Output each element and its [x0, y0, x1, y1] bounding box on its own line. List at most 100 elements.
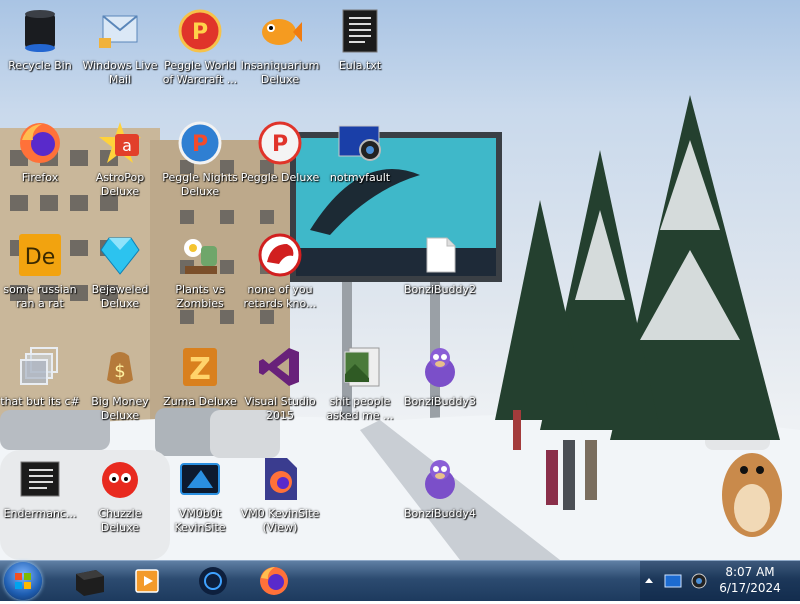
desktop-icon-label: Firefox: [21, 171, 59, 184]
desktop-icon-that-but-its-csharp[interactable]: that but its c#: [0, 340, 80, 440]
desktop-icon-eula-txt[interactable]: Eula.txt: [320, 4, 400, 104]
peggle-deluxe-icon: P: [258, 121, 302, 165]
desktop-icon-label: some russian ran a rat: [3, 283, 77, 310]
desktop-icon-bejeweled-deluxe[interactable]: Bejeweled Deluxe: [80, 228, 160, 328]
desktop-icon-windows-live-mail[interactable]: Windows Live Mail: [80, 4, 160, 104]
chevron-up-icon: [645, 578, 653, 583]
desktop-icon-vm0b0t-kevinsite[interactable]: VM0b0t KevinSite: [160, 452, 240, 552]
desktop-icon-label: Peggle World of Warcraft ...: [162, 59, 238, 86]
desktop-icon-label: that but its c#: [0, 395, 80, 408]
desktop-icon-chuzzle-deluxe[interactable]: Chuzzle Deluxe: [80, 452, 160, 552]
desktop-icon-insaniquarium-deluxe[interactable]: Insaniquarium Deluxe: [240, 4, 320, 104]
desktop[interactable]: Recycle Bin Firefox De some russian ran …: [0, 0, 800, 560]
recycle-bin-icon: [25, 10, 55, 52]
desktop-icon-shit-people-asked-me[interactable]: shit people asked me ...: [320, 340, 400, 440]
desktop-icon-label: Endermanc...: [3, 507, 77, 520]
de-app-icon: De: [19, 234, 61, 276]
windows-live-mail-icon: [99, 15, 138, 48]
desktop-icon-label: Big Money Deluxe: [91, 395, 149, 422]
desktop-icon-peggle-nights-deluxe[interactable]: P Peggle Nights Deluxe: [160, 116, 240, 216]
desktop-icon-bonzibuddy2[interactable]: BonziBuddy2: [400, 228, 480, 328]
svg-text:$: $: [114, 361, 125, 382]
insaniquarium-icon: [262, 19, 302, 45]
clock[interactable]: 8:07 AM 6/17/2024: [710, 564, 790, 596]
desktop-icon-label: VM0b0t KevinSite: [174, 507, 226, 534]
taskbar: 8:07 AM 6/17/2024: [0, 560, 800, 601]
bonzibuddy-icon: [425, 348, 455, 387]
bejeweled-icon: [100, 237, 140, 275]
desktop-icon-label: BonziBuddy4: [403, 507, 477, 520]
peggle-wow-icon: P: [178, 9, 222, 53]
vm-icon: [664, 574, 682, 588]
notmyfault-icon: [691, 573, 707, 589]
svg-text:P: P: [192, 20, 208, 45]
vm-icon: [199, 567, 227, 595]
terminal-icon: [76, 570, 104, 596]
desktop-icon-label: Bejeweled Deluxe: [91, 283, 149, 310]
clock-date: 6/17/2024: [719, 581, 781, 595]
notmyfault-icon: [338, 125, 381, 161]
desktop-icon-zuma-deluxe[interactable]: Z Zuma Deluxe: [160, 340, 240, 440]
windows-stack-icon: [20, 347, 58, 385]
svg-text:P: P: [272, 132, 288, 157]
bonzibuddy-icon: [425, 460, 455, 499]
desktop-icon-recycle-bin[interactable]: Recycle Bin: [0, 4, 80, 104]
svg-text:P: P: [192, 132, 208, 157]
desktop-icon-some-russian-ran-a-rat[interactable]: De some russian ran a rat: [0, 228, 80, 328]
desktop-icon-endermanc[interactable]: Endermanc...: [0, 452, 80, 552]
tray-icon-vm[interactable]: [664, 572, 682, 590]
peggle-nights-icon: P: [178, 121, 222, 165]
desktop-icon-big-money-deluxe[interactable]: $ Big Money Deluxe: [80, 340, 160, 440]
desktop-icon-astropop-deluxe[interactable]: a AstroPop Deluxe: [80, 116, 160, 216]
text-file-icon: [20, 461, 60, 497]
desktop-icon-label: Eula.txt: [338, 59, 382, 72]
desktop-icon-plants-vs-zombies[interactable]: Plants vs Zombies: [160, 228, 240, 328]
start-button[interactable]: [4, 562, 42, 600]
desktop-icon-label: VM0 KevinSite (View): [240, 507, 320, 534]
show-hidden-icons-button[interactable]: [642, 573, 656, 589]
desktop-icon-label: Insaniquarium Deluxe: [240, 59, 320, 86]
desktop-icon-label: Plants vs Zombies: [175, 283, 225, 310]
white-file-icon: [426, 237, 456, 273]
text-file-icon: [342, 9, 378, 53]
desktop-icon-bonzibuddy3[interactable]: BonziBuddy3: [400, 340, 480, 440]
desktop-icon-label: shit people asked me ...: [326, 395, 394, 422]
desktop-icon-label: Visual Studio 2015: [244, 395, 316, 422]
picture-file-icon: [344, 347, 380, 387]
astropop-icon: a: [99, 122, 141, 163]
zuma-icon: Z: [183, 348, 217, 387]
desktop-icon-label: Chuzzle Deluxe: [98, 507, 142, 534]
windows-logo-icon: [15, 573, 31, 589]
desktop-icon-notmyfault[interactable]: notmyfault: [320, 116, 400, 216]
tray-icon-notmyfault[interactable]: [690, 572, 708, 590]
firefox-file-icon: [265, 458, 297, 500]
firefox-icon: [260, 567, 288, 595]
plants-vs-zombies-icon: [184, 239, 217, 274]
desktop-icon-label: notmyfault: [329, 171, 391, 184]
desktop-icon-label: Peggle Deluxe: [240, 171, 320, 184]
desktop-icon-vm0-kevinsite-view[interactable]: VM0 KevinSite (View): [240, 452, 320, 552]
desktop-icon-label: BonziBuddy2: [403, 283, 477, 296]
desktop-icon-label: Windows Live Mail: [82, 59, 158, 86]
taskbar-button-terminal[interactable]: [62, 564, 118, 598]
desktop-icon-none-of-you[interactable]: none of you retards kno...: [240, 228, 320, 328]
svg-text:Z: Z: [189, 352, 211, 387]
taskbar-button-media-player[interactable]: [120, 564, 176, 598]
desktop-icon-firefox[interactable]: Firefox: [0, 116, 80, 216]
firefox-icon: [20, 123, 60, 163]
taskbar-button-firefox[interactable]: [246, 564, 302, 598]
desktop-icon-label: none of you retards kno...: [243, 283, 317, 310]
desktop-icon-peggle-deluxe[interactable]: P Peggle Deluxe: [240, 116, 320, 216]
desktop-icon-bonzibuddy4[interactable]: BonziBuddy4: [400, 452, 480, 552]
desktop-icon-peggle-wow[interactable]: P Peggle World of Warcraft ...: [160, 4, 240, 104]
visual-studio-icon: [259, 348, 299, 386]
clock-time: 8:07 AM: [725, 565, 775, 579]
chuzzle-icon: [102, 462, 138, 498]
media-player-icon: [135, 569, 159, 593]
taskbar-button-vm[interactable]: [185, 564, 241, 598]
svg-text:a: a: [122, 136, 132, 155]
desktop-icon-visual-studio-2015[interactable]: Visual Studio 2015: [240, 340, 320, 440]
vm0b0t-icon: [180, 463, 220, 495]
desktop-icon-label: Peggle Nights Deluxe: [162, 171, 238, 198]
big-money-icon: $: [107, 352, 133, 384]
